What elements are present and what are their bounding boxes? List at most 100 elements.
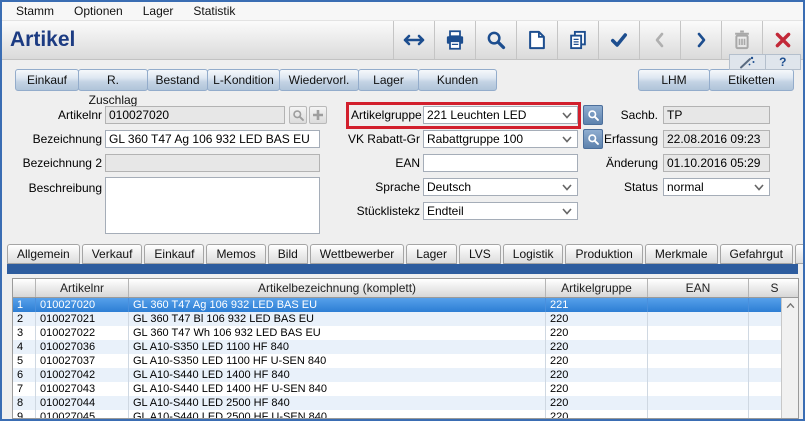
sprache-select[interactable]: Deutsch (423, 178, 578, 196)
artikelgruppe-cell: 221 (546, 298, 648, 312)
artikelgruppe-select[interactable]: 221 Leuchten LED (423, 106, 578, 124)
status-select[interactable]: normal (663, 178, 770, 196)
quick-button[interactable]: LHM (638, 69, 710, 91)
table-scrollbar[interactable] (781, 298, 798, 418)
copy-button[interactable] (557, 21, 598, 59)
search-button[interactable] (475, 21, 516, 59)
artikelnr-add-button[interactable] (309, 106, 327, 124)
quick-button[interactable]: Einkauf (15, 69, 79, 91)
tab[interactable]: Gefahrgut (720, 244, 793, 264)
artikelgruppe-cell: 220 (546, 354, 648, 368)
tab[interactable]: Verkauf (82, 244, 143, 264)
tab-content-divider (7, 264, 798, 274)
tab[interactable]: Produktion (565, 244, 642, 264)
quick-button[interactable]: Lager (358, 69, 419, 91)
table-row[interactable]: 4 010027036 GL A10-S350 LED 1100 HF 840 … (13, 340, 781, 354)
beschreibung-field[interactable] (105, 177, 320, 234)
tab[interactable]: Einkauf (144, 244, 204, 264)
ean-field[interactable] (423, 154, 578, 172)
print-button[interactable] (434, 21, 475, 59)
wizard-button[interactable] (730, 55, 766, 69)
search-icon (486, 30, 506, 50)
new-document-button[interactable] (516, 21, 557, 59)
status-label: Status (558, 178, 658, 196)
s-cell (749, 396, 781, 410)
table-row[interactable]: 9 010027045 GL A10-S440 LED 2500 HF U-SE… (13, 410, 781, 418)
tab[interactable]: Lager (406, 244, 457, 264)
tab[interactable]: Allgemein (7, 244, 80, 264)
ean-cell (648, 396, 749, 410)
artikelbezeichnung-cell: GL 360 T47 Ag 106 932 LED BAS EU (129, 298, 546, 312)
trash-icon (733, 30, 751, 50)
ean-cell (648, 340, 749, 354)
column-header-artikelnr[interactable]: Artikelnr (36, 279, 129, 297)
confirm-button[interactable] (598, 21, 639, 59)
quick-button[interactable]: L-Kondition (207, 69, 280, 91)
ean-cell (648, 326, 749, 340)
tab[interactable]: Memos (206, 244, 265, 264)
menu-item[interactable]: Stamm (6, 4, 64, 18)
aenderung-field[interactable] (663, 154, 770, 172)
aenderung-label: Änderung (558, 154, 658, 172)
artikelgruppe-cell: 220 (546, 340, 648, 354)
artikelnr-cell: 010027043 (36, 382, 129, 396)
tab[interactable]: Wettbewerber (310, 244, 404, 264)
vk-rabatt-gr-value: Rabattgruppe 100 (427, 132, 562, 146)
column-header-ean[interactable]: EAN (648, 279, 749, 297)
table-row[interactable]: 6 010027042 GL A10-S440 LED 1400 HF 840 … (13, 368, 781, 382)
table-row[interactable]: 1 010027020 GL 360 T47 Ag 106 932 LED BA… (13, 298, 781, 312)
scroll-up-button[interactable] (782, 298, 798, 314)
table-row[interactable]: 2 010027021 GL 360 T47 Bl 106 932 LED BA… (13, 312, 781, 326)
next-button[interactable] (680, 21, 721, 59)
vk-rabatt-gr-select[interactable]: Rabattgruppe 100 (423, 130, 578, 148)
help-button[interactable]: ? (766, 55, 801, 69)
menu-item[interactable]: Lager (133, 4, 184, 18)
row-number-cell: 8 (13, 396, 36, 410)
s-cell (749, 340, 781, 354)
quick-button[interactable]: Bestand (147, 69, 208, 91)
column-header-artikelbezeichnung[interactable]: Artikelbezeichnung (komplett) (129, 279, 546, 297)
quick-button[interactable]: Kunden (418, 69, 497, 91)
table-row[interactable]: 7 010027043 GL A10-S440 LED 1400 HF U-SE… (13, 382, 781, 396)
column-header-artikelgruppe[interactable]: Artikelgruppe (546, 279, 648, 297)
title-bar: Artikel (2, 21, 803, 60)
artikelgruppe-cell: 220 (546, 410, 648, 418)
artikelnr-cell: 010027045 (36, 410, 129, 418)
tab[interactable]: LVS (459, 244, 501, 264)
row-number-cell: 6 (13, 368, 36, 382)
table-row[interactable]: 3 010027022 GL 360 T47 Wh 106 932 LED BA… (13, 326, 781, 340)
checkmark-icon (609, 30, 629, 50)
tab[interactable]: Logistik (503, 244, 564, 264)
erfassung-field[interactable] (663, 130, 770, 148)
artikelnr-field[interactable] (105, 106, 285, 124)
article-table: Artikelnr Artikelbezeichnung (komplett) … (12, 278, 799, 419)
bezeichnung2-field[interactable] (105, 154, 320, 172)
menu-bar: StammOptionenLagerStatistik (2, 2, 803, 21)
quick-button-row: EinkaufR. ZuschlagBestandL-KonditionWied… (2, 69, 803, 91)
tab[interactable]: Bild (268, 244, 308, 264)
column-header-s[interactable]: S (749, 279, 799, 297)
stuecklistekz-select[interactable]: Endteil (423, 202, 578, 220)
table-row[interactable]: 5 010027037 GL A10-S350 LED 1100 HF U-SE… (13, 354, 781, 368)
transfer-button[interactable] (393, 21, 434, 59)
artikelnr-cell: 010027022 (36, 326, 129, 340)
close-icon (774, 31, 792, 49)
bezeichnung-field[interactable] (105, 130, 320, 148)
column-header[interactable] (13, 279, 36, 297)
table-row[interactable]: 8 010027044 GL A10-S440 LED 2500 HF 840 … (13, 396, 781, 410)
quick-button[interactable]: Wiedervorl. (279, 69, 359, 91)
printer-icon (445, 30, 465, 50)
artikelgruppe-cell: 220 (546, 382, 648, 396)
menu-item[interactable]: Optionen (64, 4, 133, 18)
menu-item[interactable]: Statistik (183, 4, 245, 18)
ean-cell (648, 368, 749, 382)
tab[interactable]: Merkmale (645, 244, 718, 264)
artikelnr-search-button[interactable] (289, 106, 307, 124)
sachbearbeiter-field[interactable] (663, 106, 770, 124)
quick-button[interactable]: R. Zuschlag (78, 69, 148, 91)
mini-toolbar: ? (729, 54, 801, 70)
previous-button[interactable] (639, 21, 680, 59)
chevron-right-icon (693, 32, 709, 48)
quick-button[interactable]: Etiketten (709, 69, 794, 91)
tab[interactable]: Textdruck (795, 244, 805, 264)
